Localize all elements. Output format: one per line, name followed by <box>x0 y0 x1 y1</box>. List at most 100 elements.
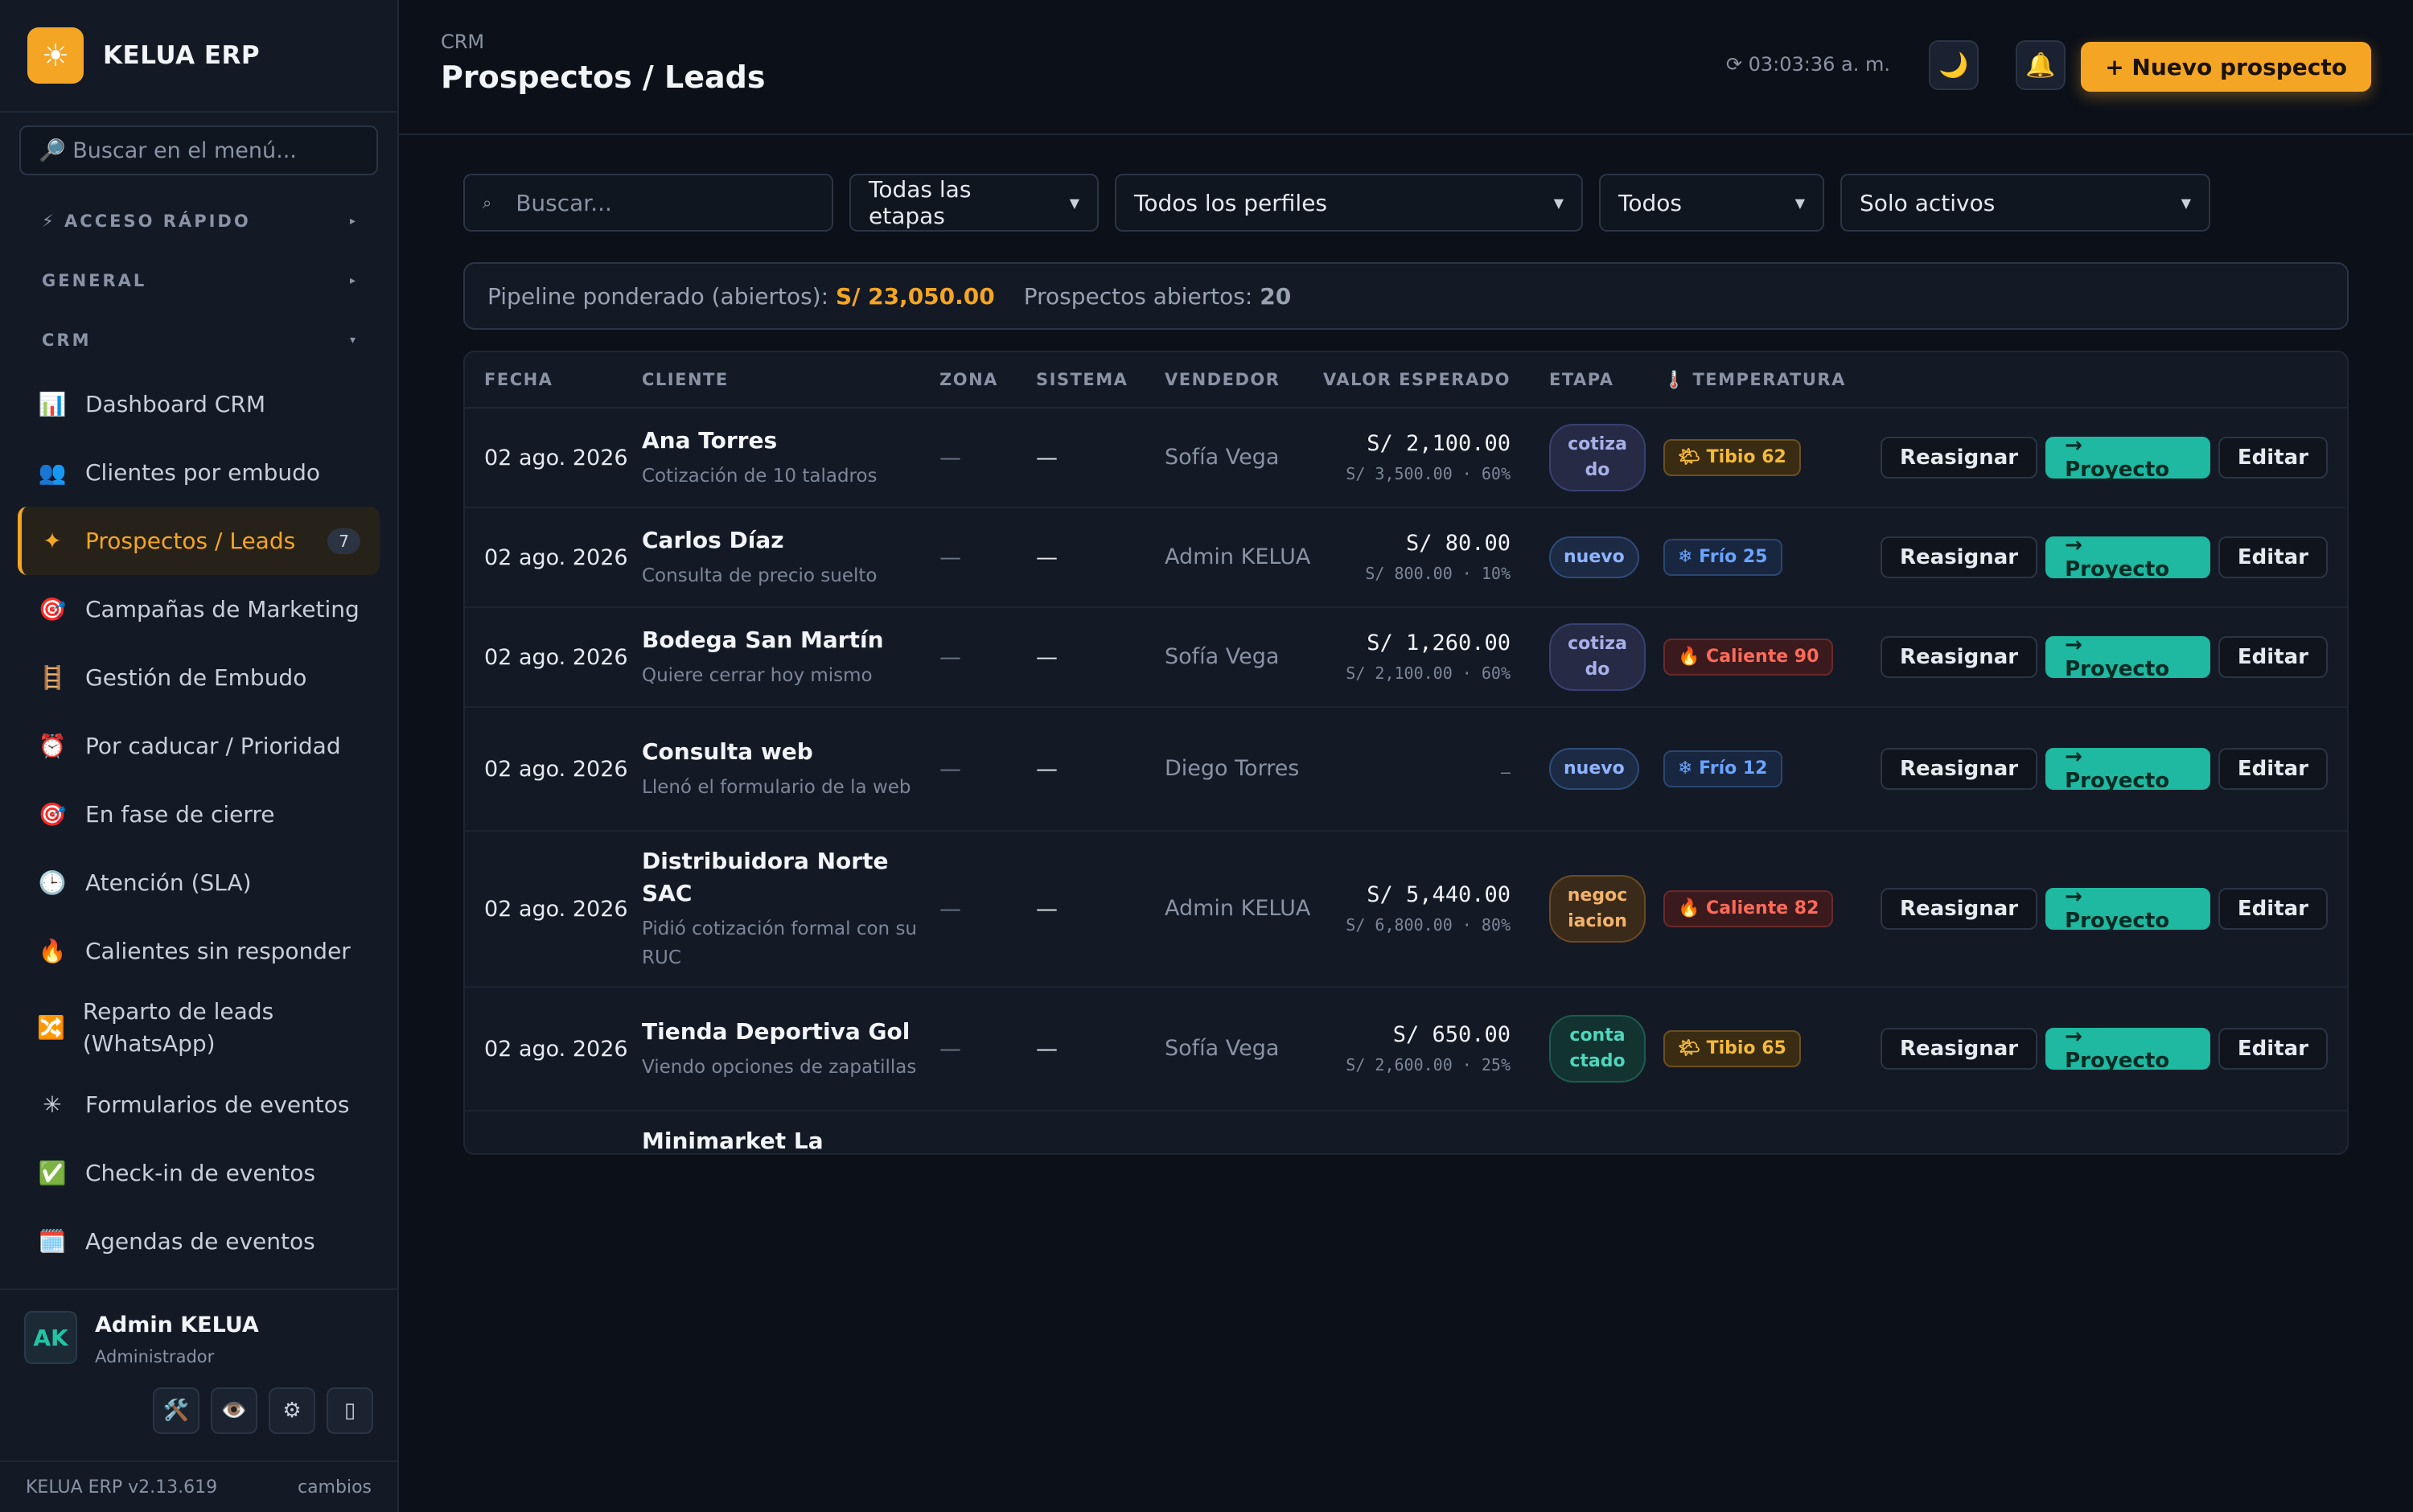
sidebar-item-lead-distribution[interactable]: 🔀 Reparto de leads (WhatsApp) <box>18 985 380 1070</box>
new-prospect-button[interactable]: + Nuevo prospecto <box>2081 42 2371 92</box>
sidebar-item-hot-unanswered[interactable]: 🔥 Calientes sin responder <box>18 917 380 985</box>
avatar[interactable]: AK <box>24 1311 77 1364</box>
client-name[interactable]: Consulta web <box>642 736 923 768</box>
row-stage: negoc iacion <box>1527 875 1663 943</box>
sidebar-item-closing-phase[interactable]: 🎯 En fase de cierre <box>18 780 380 848</box>
to-project-button[interactable]: → Proyecto <box>2045 433 2210 482</box>
row-zone: — <box>939 896 961 922</box>
row-system: — <box>1036 1036 1058 1062</box>
row-client: Minimarket La EsquinaConfirmó pago, coor… <box>642 1125 939 1153</box>
client-name[interactable]: Carlos Díaz <box>642 524 923 557</box>
table-row: 02 ago. 2026 Distribuidora Norte SAC Pidió… <box>465 832 2347 988</box>
stage-select[interactable]: Todas las etapas ▼ <box>849 174 1099 232</box>
profile-select[interactable]: Todos los perfiles ▼ <box>1115 174 1583 232</box>
table-row: 02 ago. 2026 Consulta web Llenó el formula… <box>465 708 2347 832</box>
sidebar-item-funnel-management[interactable]: 🪜 Gestión de Embudo <box>18 643 380 712</box>
to-project-button[interactable]: → Proyecto <box>2045 533 2210 581</box>
row-seller: Sofía Vega <box>1165 445 1280 470</box>
client-name[interactable]: Tienda Deportiva Gol <box>642 1016 923 1048</box>
reassign-button[interactable]: Reasignar <box>1881 888 2038 930</box>
client-name[interactable]: Minimarket La Esquina <box>642 1125 923 1153</box>
open-label: Prospectos abiertos: <box>1023 282 1253 310</box>
brand-name: KELUA ERP <box>103 41 261 70</box>
mobile-icon[interactable]: ▯ <box>327 1387 373 1434</box>
client-name[interactable]: Bodega San Martín <box>642 624 923 656</box>
row-client: Bodega San Martín Quiere cerrar hoy mismo <box>642 624 939 690</box>
sidebar-item-label: Prospectos / Leads <box>85 528 296 554</box>
sidebar-item-clients-funnel[interactable]: 👥 Clientes por embudo <box>18 438 380 507</box>
reassign-button[interactable]: Reasignar <box>1881 437 2038 479</box>
status-select-value: Solo activos <box>1860 189 1996 216</box>
value-detail: S/ 800.00 · 10% <box>1365 563 1511 583</box>
edit-button[interactable]: Editar <box>2218 636 2328 678</box>
tools-icon[interactable]: 🛠️ <box>153 1387 199 1434</box>
row-seller: Admin KELUA <box>1165 544 1311 569</box>
user-panel: AK Admin KELUA Administrador 🛠️ 👁️ ⚙ ▯ <box>0 1288 397 1461</box>
row-value: — <box>1317 754 1527 783</box>
changes-link[interactable]: cambios <box>298 1477 372 1498</box>
chevron-down-icon: ▼ <box>2181 195 2191 211</box>
client-desc: Quiere cerrar hoy mismo <box>642 665 873 686</box>
to-project-button[interactable]: → Proyecto <box>2045 745 2210 793</box>
sidebar-item-sla-attention[interactable]: 🕒 Atención (SLA) <box>18 848 380 917</box>
row-system: — <box>1036 756 1058 782</box>
gear-icon[interactable]: ⚙ <box>269 1387 315 1434</box>
sidebar-item-event-checkin[interactable]: ✅ Check-in de eventos <box>18 1139 380 1207</box>
caret-right-icon: ▸ <box>349 215 356 228</box>
row-temperature: ❄ Frío 12 <box>1663 750 1881 787</box>
sidebar-item-event-agendas[interactable]: 🗓️ Agendas de eventos <box>18 1207 380 1276</box>
client-name[interactable]: Ana Torres <box>642 425 923 457</box>
row-zone: — <box>939 445 961 470</box>
to-project-button[interactable]: → Proyecto <box>2045 633 2210 681</box>
expected-value: S/ 80.00 <box>1405 530 1511 556</box>
target-icon: 🎯 <box>38 801 67 828</box>
edit-button[interactable]: Editar <box>2218 437 2328 479</box>
row-value: S/ 80.00 S/ 800.00 · 10% <box>1317 531 1527 585</box>
edit-button[interactable]: Editar <box>2218 748 2328 790</box>
reassign-button[interactable]: Reasignar <box>1881 748 2038 790</box>
reassign-button[interactable]: Reasignar <box>1881 636 2038 678</box>
status-select[interactable]: Solo activos ▼ <box>1840 174 2210 232</box>
user-name: Admin KELUA <box>95 1313 259 1337</box>
search-input[interactable]: ⌕ Buscar... <box>463 174 833 232</box>
row-stage: cotiza do <box>1527 623 1663 691</box>
sidebar-item-expiring-priority[interactable]: ⏰ Por caducar / Prioridad <box>18 712 380 780</box>
moon-icon[interactable]: 🌙 <box>1929 40 1979 90</box>
sidebar-item-event-forms[interactable]: ✳ Formularios de eventos <box>18 1070 380 1139</box>
chevron-down-icon: ▼ <box>1069 195 1079 211</box>
reassign-button[interactable]: Reasignar <box>1881 536 2038 578</box>
menu-search-input[interactable]: 🔎 Buscar en el menú... <box>19 125 378 175</box>
stage-badge: cotiza do <box>1549 424 1646 491</box>
row-temperature: 🔥 Caliente 90 <box>1663 639 1881 676</box>
stage-badge: nuevo <box>1549 748 1639 790</box>
sidebar-item-label: Check-in de eventos <box>85 1160 316 1186</box>
temperature-badge: 🔥 Caliente 82 <box>1663 890 1834 927</box>
page-title: Prospectos / Leads <box>441 60 766 95</box>
section-quick-access[interactable]: ⚡ ACCESO RÁPIDO ▸ <box>0 191 397 251</box>
pipeline-summary: Pipeline ponderado (abiertos): S/ 23,050… <box>463 262 2349 330</box>
client-desc: Pidió cotización formal con su RUC <box>642 918 918 968</box>
sidebar-nav: ⚡ ACCESO RÁPIDO ▸ GENERAL ▸ CRM ▾ 📊 Dashb… <box>0 175 397 1288</box>
edit-button[interactable]: Editar <box>2218 888 2328 930</box>
col-client: CLIENTE <box>642 370 729 389</box>
sidebar-item-label: En fase de cierre <box>85 801 275 828</box>
breadcrumb[interactable]: CRM <box>441 31 484 53</box>
sidebar-item-dashboard-crm[interactable]: 📊 Dashboard CRM <box>18 370 380 438</box>
client-name[interactable]: Distribuidora Norte SAC <box>642 845 923 910</box>
sidebar-item-marketing-campaigns[interactable]: 🎯 Campañas de Marketing <box>18 575 380 643</box>
bell-icon[interactable]: 🔔 <box>2016 40 2066 90</box>
section-crm[interactable]: CRM ▾ <box>0 310 397 370</box>
eye-icon[interactable]: 👁️ <box>211 1387 257 1434</box>
row-temperature: 🌤 Tibio 65 <box>1663 1030 1881 1067</box>
to-project-button[interactable]: → Proyecto <box>2045 1025 2210 1073</box>
edit-button[interactable]: Editar <box>2218 1028 2328 1070</box>
owner-select[interactable]: Todos ▼ <box>1599 174 1824 232</box>
topbar: CRM Prospectos / Leads ⟳ 03:03:36 a. m. … <box>399 0 2413 135</box>
reassign-button[interactable]: Reasignar <box>1881 1028 2038 1070</box>
to-project-button[interactable]: → Proyecto <box>2045 885 2210 933</box>
edit-button[interactable]: Editar <box>2218 536 2328 578</box>
sidebar-item-prospects-leads[interactable]: ✦ Prospectos / Leads 7 <box>18 507 380 575</box>
table-row: 02 ago. 2026 Carlos Díaz Consulta de preci… <box>465 508 2347 608</box>
section-general[interactable]: GENERAL ▸ <box>0 251 397 310</box>
client-desc: Llenó el formulario de la web <box>642 777 911 798</box>
